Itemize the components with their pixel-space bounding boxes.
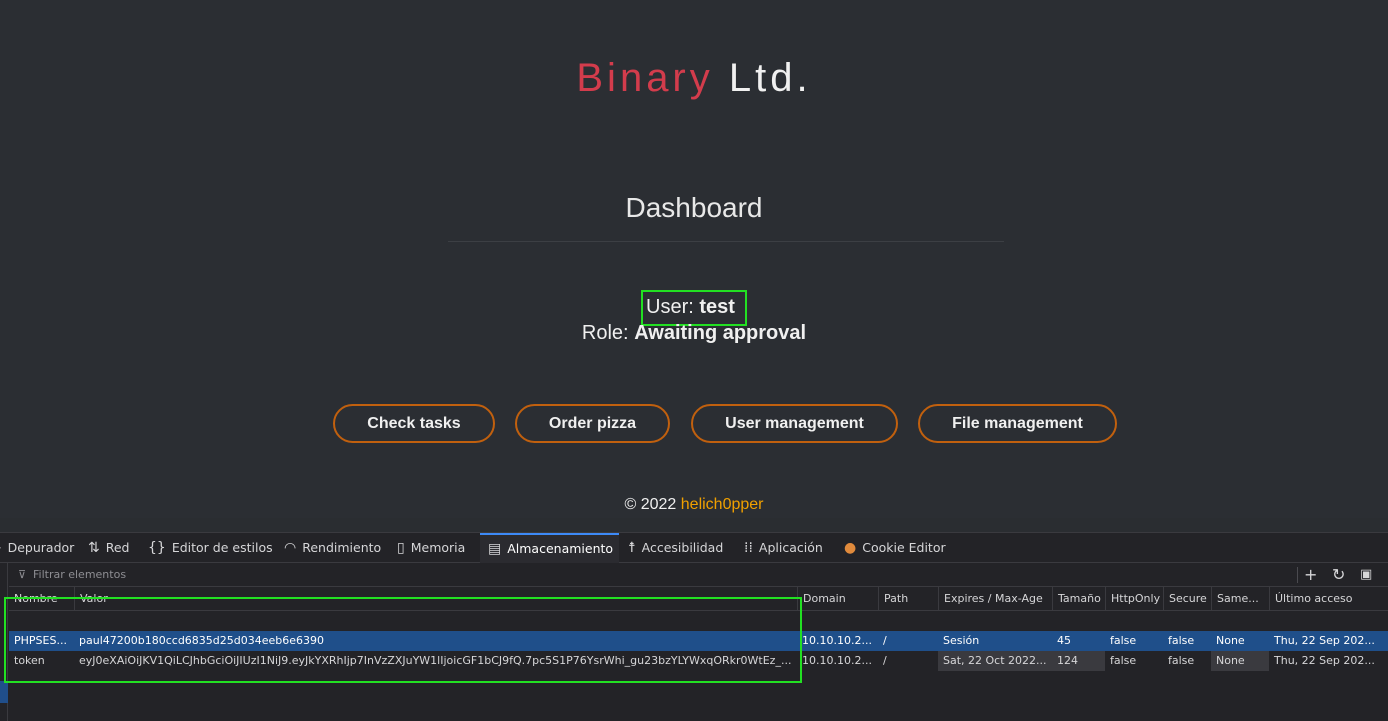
cell-httponly: false <box>1110 654 1137 667</box>
tab-accessibility[interactable]: ☨ Accesibilidad <box>628 533 723 563</box>
table-row[interactable]: token eyJ0eXAiOiJKV1QiLCJhbGciOiJIUzI1Ni… <box>9 651 1388 671</box>
tab-performance[interactable]: ◠ Rendimiento <box>284 533 381 563</box>
tab-debugger[interactable]: › Depurador <box>0 533 74 563</box>
cell-domain: 10.10.10.2... <box>802 654 872 667</box>
toolbar-divider <box>1297 567 1298 583</box>
add-item-icon[interactable]: + <box>1304 565 1317 584</box>
brand-logo: Binary Ltd. <box>0 56 1388 101</box>
application-icon: ⁞⁞ <box>744 540 753 556</box>
tab-label: Editor de estilos <box>171 540 273 555</box>
storage-icon: ▤ <box>488 541 502 557</box>
cell-secure: false <box>1168 654 1195 667</box>
accessibility-icon: ☨ <box>628 540 636 556</box>
role-value: Awaiting approval <box>634 322 807 344</box>
tab-label: Memoria <box>410 540 466 555</box>
column-header[interactable]: Tamaño <box>1052 587 1105 611</box>
file-management-button[interactable]: File management <box>918 404 1117 443</box>
cell-size: 45 <box>1057 634 1071 647</box>
cell-expires: Sesión <box>943 634 980 647</box>
tab-label: Almacenamiento <box>507 541 614 556</box>
devtools-panel: › Depurador ⇅ Red {} Editor de estilos ◠ Ren… <box>0 518 1388 721</box>
author-link[interactable]: helich0pper <box>681 496 764 513</box>
column-header[interactable]: Secure <box>1163 587 1211 611</box>
cell-path: / <box>883 634 887 647</box>
cell-value: eyJ0eXAiOiJKV1QiLCJhbGciOiJIUzI1NiJ9.eyJ… <box>79 654 792 667</box>
network-icon: ⇅ <box>88 540 100 556</box>
column-header[interactable]: Último acceso <box>1269 587 1388 611</box>
tab-label: Depurador <box>7 540 75 555</box>
cell-samesite: None <box>1211 651 1269 671</box>
check-tasks-button[interactable]: Check tasks <box>333 404 495 443</box>
filter-input[interactable]: Filtrar elementos <box>33 568 126 581</box>
cell-last-accessed: Thu, 22 Sep 202... <box>1274 634 1375 647</box>
brand-part-1: Binary <box>576 56 714 100</box>
table-header: Nombre Valor Domain Path Expires / Max-A… <box>9 587 1388 611</box>
cell-samesite: None <box>1216 634 1245 647</box>
style-editor-icon: {} <box>148 540 166 556</box>
devtools-tab-bar: › Depurador ⇅ Red {} Editor de estilos ◠ Ren… <box>0 533 1388 563</box>
devtools-edge <box>0 518 1388 533</box>
role-line: Role: Awaiting approval <box>0 322 1388 345</box>
user-management-button[interactable]: User management <box>691 404 898 443</box>
debugger-icon: › <box>0 533 2 563</box>
tab-label: Aplicación <box>758 540 823 555</box>
refresh-icon[interactable]: ↻ <box>1332 565 1345 584</box>
cookie-icon: ● <box>844 540 857 556</box>
footer: © 2022 helich0pper <box>0 496 1388 514</box>
tab-style-editor[interactable]: {} Editor de estilos <box>148 533 273 563</box>
title-divider <box>448 241 1004 242</box>
user-value: test <box>699 296 735 318</box>
user-label: User: <box>646 296 694 318</box>
page-title: Dashboard <box>625 192 763 223</box>
tab-cookie-editor[interactable]: ● Cookie Editor <box>844 533 946 563</box>
cell-httponly: false <box>1110 634 1137 647</box>
tab-application[interactable]: ⁞⁞ Aplicación <box>744 533 823 563</box>
cell-value: paul47200b180ccd6835d25d034eeb6e6390 <box>79 634 325 647</box>
brand-part-2: Ltd. <box>728 56 812 100</box>
cell-name: PHPSES... <box>14 634 67 647</box>
column-header[interactable]: Same... <box>1211 587 1269 611</box>
filter-bar: ⊽ Filtrar elementos + ↻ ▣ <box>9 563 1388 587</box>
order-pizza-button[interactable]: Order pizza <box>515 404 670 443</box>
cell-name: token <box>14 654 45 667</box>
column-header[interactable]: Nombre <box>9 587 74 611</box>
memory-icon: ▯ <box>397 540 405 556</box>
tab-network[interactable]: ⇅ Red <box>88 533 129 563</box>
sidebar-toggle-icon[interactable]: ▣ <box>1360 567 1372 582</box>
table-row[interactable]: PHPSES... paul47200b180ccd6835d25d034eeb… <box>9 631 1388 651</box>
tab-label: Accesibilidad <box>641 540 724 555</box>
column-header[interactable]: Valor <box>74 587 802 611</box>
column-header[interactable]: Expires / Max-Age <box>938 587 1053 611</box>
user-highlight: User: test <box>641 290 747 326</box>
cell-expires: Sat, 22 Oct 2022... <box>938 651 1052 671</box>
cell-last-accessed: Thu, 22 Sep 202... <box>1274 654 1375 667</box>
role-label: Role: <box>581 322 629 344</box>
column-header[interactable]: Domain <box>797 587 877 611</box>
filter-icon: ⊽ <box>18 568 27 581</box>
tab-memory[interactable]: ▯ Memoria <box>397 533 465 563</box>
user-line: User: test <box>0 290 1388 326</box>
tab-label: Cookie Editor <box>862 540 946 555</box>
copyright-text: © 2022 <box>624 496 677 513</box>
selected-tree-item[interactable] <box>0 681 8 703</box>
cookie-table: Nombre Valor Domain Path Expires / Max-A… <box>9 587 1388 721</box>
storage-tree-sidebar[interactable] <box>0 563 8 721</box>
cell-path: / <box>883 654 887 667</box>
web-page: Binary Ltd. Dashboard User: test Role: A… <box>0 0 1388 518</box>
cell-secure: false <box>1168 634 1195 647</box>
column-header[interactable]: Path <box>878 587 938 611</box>
tab-storage[interactable]: ▤ Almacenamiento <box>480 533 619 563</box>
performance-icon: ◠ <box>284 540 297 556</box>
tab-label: Rendimiento <box>302 540 382 555</box>
cell-domain: 10.10.10.2... <box>802 634 872 647</box>
column-header[interactable]: HttpOnly <box>1105 587 1163 611</box>
cell-size: 124 <box>1052 651 1105 671</box>
tab-label: Red <box>105 540 130 555</box>
